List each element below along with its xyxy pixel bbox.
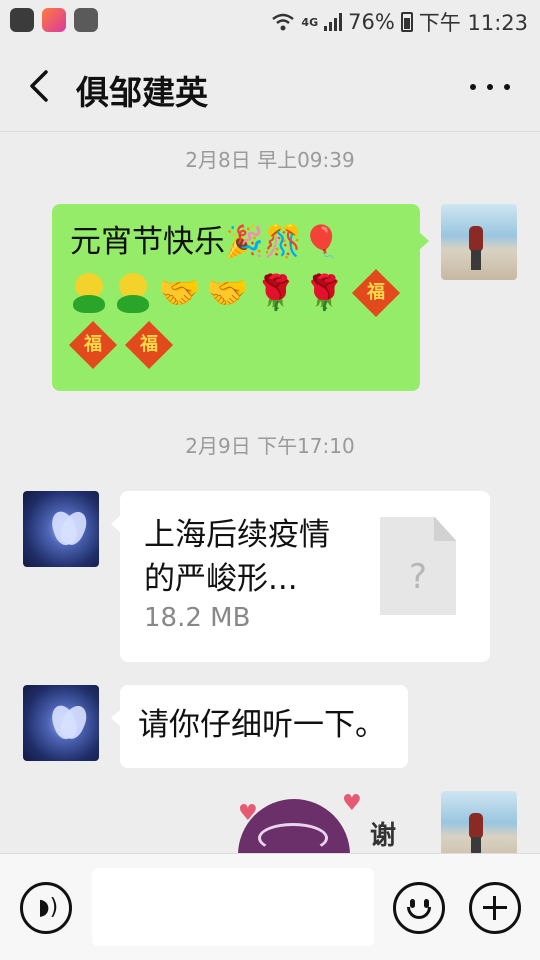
battery-icon	[400, 12, 413, 32]
qq-face-emoji	[114, 273, 152, 313]
file-message[interactable]: 上海后续疫情的严峻形... 18.2 MB ?	[111, 491, 490, 662]
wifi-icon	[272, 13, 295, 31]
timestamp: 2月9日 下午17:10	[185, 434, 355, 458]
emoji-icon[interactable]	[393, 882, 445, 934]
rose-emoji: 🌹	[254, 273, 298, 313]
unknown-file-icon: ?	[380, 517, 456, 615]
plus-icon[interactable]	[469, 882, 521, 934]
message-list[interactable]: 2月8日 早上09:39 元宵节快乐🎉🎊🎈 🤝 🤝 🌹 🌹 福 福 福 2月9日…	[0, 133, 540, 853]
fu-emoji: 福	[68, 320, 118, 370]
emoji-row: 福 福	[68, 320, 402, 370]
thanks-sticker[interactable]: ♥ ♥ 谢	[238, 791, 398, 853]
message-input[interactable]	[92, 868, 374, 946]
chevron-left-icon[interactable]	[22, 66, 58, 106]
network-type: 4G	[301, 15, 319, 29]
message-text: 元宵节快乐🎉🎊🎈	[70, 224, 341, 260]
handshake-emoji: 🤝	[206, 273, 249, 313]
rose-emoji: 🌹	[303, 273, 346, 313]
clock: 下午 11:23	[418, 11, 528, 35]
gallery-app-icon	[74, 8, 98, 32]
avatar-contact[interactable]	[23, 491, 99, 567]
message-text: 请你仔细听一下。	[138, 707, 386, 743]
voice-icon[interactable]: ◗)	[20, 882, 72, 934]
more-dots-icon[interactable]	[470, 72, 510, 102]
avatar-self[interactable]	[441, 791, 517, 853]
message-bubble-contact[interactable]: 请你仔细听一下。	[111, 685, 408, 768]
status-bar: 4G 76% 下午 11:23	[0, 0, 540, 42]
avatar-contact[interactable]	[23, 685, 99, 761]
emoji-row: 🤝 🤝 🌹 🌹 福	[70, 268, 402, 318]
message-bubble-self[interactable]: 元宵节快乐🎉🎊🎈 🤝 🤝 🌹 🌹 福 福 福	[52, 204, 429, 391]
handshake-emoji: 🤝	[158, 273, 201, 313]
heart-icon: ♥	[238, 801, 258, 826]
sticker-text: 谢	[370, 821, 397, 851]
input-bar: ◗)	[0, 853, 540, 960]
fu-emoji: 福	[352, 268, 401, 318]
chat-header: 俱邹建英	[0, 42, 540, 132]
signal-icon	[324, 13, 343, 31]
avatar-self[interactable]	[441, 204, 517, 280]
battery-percent: 76%	[348, 10, 395, 34]
qq-face-emoji	[70, 273, 108, 313]
fu-emoji: 福	[124, 320, 174, 370]
baidu-icon	[10, 8, 34, 32]
status-app-icons	[10, 8, 98, 32]
chat-title: 俱邹建英	[76, 73, 208, 112]
heart-icon: ♥	[342, 791, 362, 816]
file-name: 上海后续疫情的严峻形...	[144, 517, 330, 597]
todo-app-icon	[42, 8, 66, 32]
timestamp: 2月8日 早上09:39	[185, 148, 355, 172]
status-right: 4G 76% 下午 11:23	[271, 7, 528, 37]
